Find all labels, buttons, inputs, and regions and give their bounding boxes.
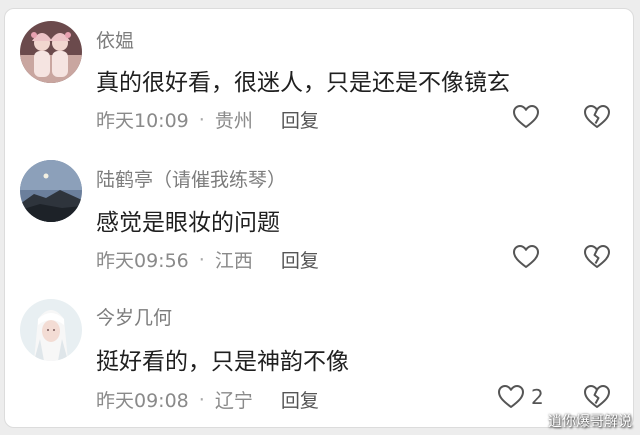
comment-text: 挺好看的，只是神韵不像 [96,349,349,375]
reply-button[interactable]: 回复 [281,246,319,273]
comment-list: 依媪 真的很好看，很迷人，只是还是不像镜玄 昨天10:09 · 贵州 回复 陆鹤… [4,8,634,428]
dislike-button[interactable] [583,384,611,414]
location: 辽宁 [214,390,253,412]
heart-outline-icon [498,385,524,408]
username[interactable]: 今岁几何 [96,303,172,330]
avatar[interactable] [20,299,82,361]
like-button[interactable] [512,104,540,130]
location: 贵州 [214,110,253,132]
broken-heart-icon [584,385,610,408]
comment-text: 感觉是眼妆的问题 [96,210,280,236]
avatar-image [20,160,82,222]
comment-meta: 昨天09:08 · 辽宁 回复 [96,386,319,413]
like-button[interactable]: 2 [497,384,544,410]
username[interactable]: 陆鹤亭（请催我练琴） [96,165,286,192]
comment-item: 陆鹤亭（请催我练琴） 感觉是眼妆的问题 昨天09:56 · 江西 回复 [5,149,635,289]
separator: · [198,108,205,131]
heart-outline-icon [513,105,539,128]
avatar-image [20,21,82,83]
comment-meta: 昨天09:56 · 江西 回复 [96,246,319,273]
watermark: 逍你爆哥解说 [548,414,632,430]
reply-button[interactable]: 回复 [281,386,319,413]
timestamp: 昨天10:09 [96,110,189,132]
broken-heart-icon [584,105,610,128]
like-button[interactable] [512,244,540,270]
broken-heart-icon [584,245,610,268]
comment-item: 今岁几何 挺好看的，只是神韵不像 昨天09:08 · 辽宁 回复 2 [5,289,635,429]
separator: · [198,388,205,411]
avatar-image [20,299,82,361]
timestamp: 昨天09:08 [96,390,189,412]
reply-button[interactable]: 回复 [281,106,319,133]
dislike-button[interactable] [583,104,611,134]
location: 江西 [214,250,253,272]
comment-item: 依媪 真的很好看，很迷人，只是还是不像镜玄 昨天10:09 · 贵州 回复 [5,9,635,149]
avatar[interactable] [20,160,82,222]
comment-text: 真的很好看，很迷人，只是还是不像镜玄 [96,70,510,96]
timestamp: 昨天09:56 [96,250,189,272]
username[interactable]: 依媪 [96,26,134,53]
like-count: 2 [531,385,544,409]
separator: · [198,248,205,271]
heart-outline-icon [513,245,539,268]
comment-meta: 昨天10:09 · 贵州 回复 [96,106,319,133]
dislike-button[interactable] [583,244,611,274]
avatar[interactable] [20,21,82,83]
